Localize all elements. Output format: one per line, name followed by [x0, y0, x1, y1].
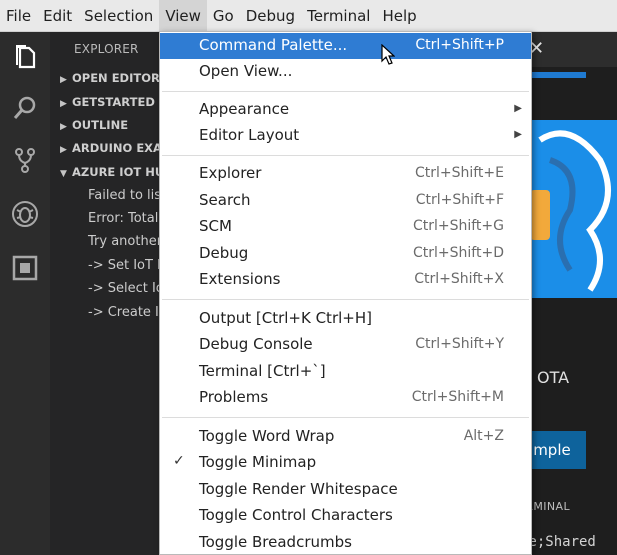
menu-separator: [162, 155, 529, 156]
section-arduino-examples[interactable]: ▶ ARDUINO EXA: [60, 141, 162, 155]
activity-bar: [0, 32, 50, 555]
azure-link-create-iot-hub[interactable]: -> Create Io: [88, 305, 162, 320]
menu-debug[interactable]: Debug: [240, 0, 301, 31]
menu-separator: [162, 299, 529, 300]
chevron-down-icon: ▼: [60, 169, 67, 179]
menu-item-toggle-control-characters[interactable]: Toggle Control Characters: [160, 503, 531, 529]
menu-edit[interactable]: Edit: [37, 0, 78, 31]
menu-item-search[interactable]: Search Ctrl+Shift+F: [160, 188, 531, 214]
progress-accent: [530, 72, 586, 78]
menu-item-output[interactable]: Output [Ctrl+K Ctrl+H]: [160, 306, 531, 332]
menu-item-toggle-render-whitespace[interactable]: Toggle Render Whitespace: [160, 477, 531, 503]
debug-icon[interactable]: [11, 200, 39, 228]
menu-item-editor-layout[interactable]: Editor Layout ▶: [160, 123, 531, 149]
menu-item-appearance[interactable]: Appearance ▶: [160, 97, 531, 123]
menu-item-problems[interactable]: Problems Ctrl+Shift+M: [160, 385, 531, 411]
submenu-arrow-icon: ▶: [514, 103, 522, 114]
extensions-icon[interactable]: [11, 254, 39, 282]
section-outline[interactable]: ▶ OUTLINE: [60, 118, 128, 132]
mouse-cursor-icon: [381, 44, 395, 65]
section-open-editors[interactable]: ▶ OPEN EDITORS: [60, 71, 162, 85]
section-getstarted[interactable]: ▶GETSTARTED (W: [60, 95, 162, 109]
menu-view[interactable]: View: [159, 0, 207, 31]
azure-message: Try another: [88, 234, 162, 249]
menu-item-toggle-minimap[interactable]: ✓ Toggle Minimap: [160, 450, 531, 476]
chevron-right-icon: ▶: [60, 145, 67, 155]
source-control-icon[interactable]: [11, 146, 39, 174]
view-menu-dropdown: Command Palette... Ctrl+Shift+P Open View…: [159, 31, 532, 555]
ota-text: OTA: [537, 368, 570, 387]
chevron-right-icon: ▶: [60, 99, 67, 109]
azure-message: Failed to lis: [88, 188, 162, 203]
welcome-illustration: [530, 120, 617, 298]
chevron-right-icon: ▶: [60, 75, 67, 85]
azure-link-select-iot-hub[interactable]: -> Select Io: [88, 281, 162, 296]
menu-help[interactable]: Help: [376, 0, 422, 31]
menu-item-toggle-breadcrumbs[interactable]: Toggle Breadcrumbs: [160, 530, 531, 554]
menu-item-extensions[interactable]: Extensions Ctrl+Shift+X: [160, 267, 531, 293]
menu-terminal[interactable]: Terminal: [301, 0, 376, 31]
sidebar-title: EXPLORER: [74, 42, 139, 56]
menu-file[interactable]: File: [0, 0, 37, 31]
menu-item-toggle-word-wrap[interactable]: Toggle Word Wrap Alt+Z: [160, 424, 531, 450]
menu-item-command-palette[interactable]: Command Palette... Ctrl+Shift+P: [160, 33, 531, 59]
menu-item-open-view[interactable]: Open View...: [160, 59, 531, 85]
menu-item-scm[interactable]: SCM Ctrl+Shift+G: [160, 214, 531, 240]
menu-go[interactable]: Go: [207, 0, 240, 31]
azure-link-set-iot-hub[interactable]: -> Set IoT H: [88, 258, 162, 273]
menu-item-explorer[interactable]: Explorer Ctrl+Shift+E: [160, 161, 531, 187]
search-icon[interactable]: [11, 94, 39, 122]
menu-separator: [162, 417, 529, 418]
section-azure-iot-hub[interactable]: ▼AZURE IOT HUB: [60, 165, 162, 179]
explorer-icon[interactable]: [11, 42, 39, 70]
menu-bar: File Edit Selection View Go Debug Termin…: [0, 0, 617, 32]
explorer-sidebar: EXPLORER ▶OPEN EDITORS ▶GETSTARTED (W ▶O…: [50, 32, 162, 555]
menu-separator: [162, 91, 529, 92]
menu-item-debug[interactable]: Debug Ctrl+Shift+D: [160, 241, 531, 267]
menu-selection[interactable]: Selection: [78, 0, 159, 31]
checkmark-icon: ✓: [173, 453, 185, 469]
menu-item-terminal[interactable]: Terminal [Ctrl+`]: [160, 359, 531, 385]
azure-message: Error: Total: [88, 211, 159, 226]
menu-item-debug-console[interactable]: Debug Console Ctrl+Shift+Y: [160, 332, 531, 358]
chevron-right-icon: ▶: [60, 122, 67, 132]
submenu-arrow-icon: ▶: [514, 129, 522, 140]
